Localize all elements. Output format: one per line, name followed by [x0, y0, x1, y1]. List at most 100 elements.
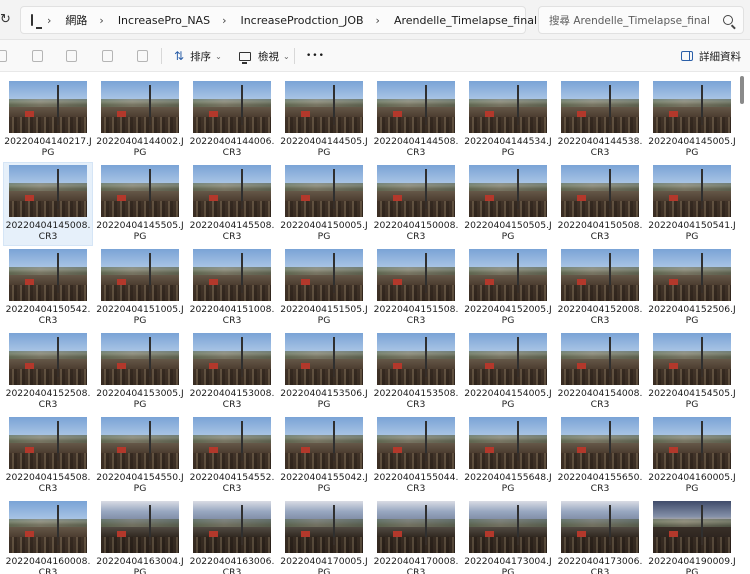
file-list-view[interactable]: 20220404140217.JPG 20220404144002.JPG 2022…: [0, 72, 738, 574]
file-name: 20220404151005.JPG: [96, 304, 184, 326]
thumbnail-ridge: [101, 351, 179, 359]
file-item[interactable]: 20220404190009.JPG: [647, 498, 737, 574]
thumbnail-debris: [561, 117, 639, 133]
address-bar[interactable]: › 網路 › IncreasePro_NAS › IncreaseProdcti…: [20, 6, 537, 34]
file-item[interactable]: 20220404150541.JPG: [647, 162, 737, 246]
file-item[interactable]: 20220404144534.JPG: [463, 78, 553, 162]
image-thumbnail: [193, 165, 271, 217]
thumbnail-ridge: [469, 435, 547, 443]
file-item[interactable]: 20220404154505.JPG: [647, 330, 737, 414]
rename-icon[interactable]: [102, 50, 113, 62]
thumbnail-ridge: [193, 519, 271, 527]
more-options-button[interactable]: •••: [306, 46, 325, 66]
breadcrumb-job[interactable]: IncreaseProdction_JOB: [240, 14, 363, 27]
file-name: 20220404155042.JPG: [280, 472, 368, 494]
file-item[interactable]: 20220404145005.JPG: [647, 78, 737, 162]
thumbnail-ridge: [377, 519, 455, 527]
sort-button[interactable]: ⇅ 排序 ⌄: [174, 46, 222, 66]
image-thumbnail: [653, 165, 731, 217]
file-item[interactable]: 20220404163004.JPG: [95, 498, 185, 574]
file-item[interactable]: 20220404151008.CR3: [187, 246, 277, 330]
file-item[interactable]: 20220404150008.CR3: [371, 162, 461, 246]
view-button[interactable]: 檢視 ⌄: [239, 46, 290, 66]
file-item[interactable]: 20220404145508.CR3: [187, 162, 277, 246]
thumbnail-ridge: [285, 519, 363, 527]
file-item[interactable]: 20220404173006.CR3: [555, 498, 645, 574]
breadcrumb-current-folder[interactable]: Arendelle_Timelapse_final: [394, 14, 537, 27]
file-item[interactable]: 20220404154008.CR3: [555, 330, 645, 414]
image-thumbnail: [653, 249, 731, 301]
file-item[interactable]: 20220404152008.CR3: [555, 246, 645, 330]
file-item[interactable]: 20220404144505.JPG: [279, 78, 369, 162]
file-item[interactable]: 20220404154508.CR3: [3, 414, 93, 498]
image-thumbnail: [101, 81, 179, 133]
file-item[interactable]: 20220404145008.CR3: [3, 162, 93, 246]
file-item[interactable]: 20220404170005.JPG: [279, 498, 369, 574]
file-item[interactable]: 20220404140217.JPG: [3, 78, 93, 162]
file-item[interactable]: 20220404151508.CR3: [371, 246, 461, 330]
breadcrumb-nas[interactable]: IncreasePro_NAS: [118, 14, 210, 27]
file-item[interactable]: 20220404152005.JPG: [463, 246, 553, 330]
file-item[interactable]: 20220404150505.JPG: [463, 162, 553, 246]
file-item[interactable]: 20220404163006.CR3: [187, 498, 277, 574]
file-item[interactable]: 20220404154552.CR3: [187, 414, 277, 498]
thumbnail-ridge: [285, 351, 363, 359]
file-item[interactable]: 20220404154005.JPG: [463, 330, 553, 414]
thumbnail-ridge: [653, 99, 731, 107]
search-icon[interactable]: [723, 15, 733, 25]
thumbnail-debris: [469, 453, 547, 469]
image-thumbnail: [469, 501, 547, 553]
file-item[interactable]: 20220404144508.CR3: [371, 78, 461, 162]
file-item[interactable]: 20220404155648.JPG: [463, 414, 553, 498]
copy-icon[interactable]: [32, 50, 43, 62]
file-name: 20220404144002.JPG: [96, 136, 184, 158]
delete-icon[interactable]: [137, 50, 148, 62]
file-item[interactable]: 20220404152508.CR3: [3, 330, 93, 414]
thumbnail-debris: [101, 201, 179, 217]
search-box[interactable]: 搜尋 Arendelle_Timelapse_final: [538, 6, 744, 34]
file-item[interactable]: 20220404170008.CR3: [371, 498, 461, 574]
refresh-icon[interactable]: ↻: [0, 0, 14, 40]
image-thumbnail: [9, 333, 87, 385]
file-name: 20220404190009.JPG: [648, 556, 736, 574]
file-item[interactable]: 20220404153508.CR3: [371, 330, 461, 414]
file-name: 20220404160008.CR3: [5, 556, 91, 574]
file-item[interactable]: 20220404155650.CR3: [555, 414, 645, 498]
paste-icon[interactable]: [66, 50, 77, 62]
file-item[interactable]: 20220404150005.JPG: [279, 162, 369, 246]
file-item[interactable]: 20220404151505.JPG: [279, 246, 369, 330]
image-thumbnail: [377, 333, 455, 385]
thumbnail-ridge: [193, 183, 271, 191]
image-thumbnail: [561, 501, 639, 553]
this-pc-icon[interactable]: [31, 14, 42, 29]
file-item[interactable]: 20220404154550.JPG: [95, 414, 185, 498]
new-icon[interactable]: [0, 50, 7, 62]
vertical-scrollbar[interactable]: [740, 76, 744, 104]
file-item[interactable]: 20220404160008.CR3: [3, 498, 93, 574]
file-item[interactable]: 20220404160005.JPG: [647, 414, 737, 498]
file-item[interactable]: 20220404173004.JPG: [463, 498, 553, 574]
image-thumbnail: [193, 501, 271, 553]
file-item[interactable]: 20220404155042.JPG: [279, 414, 369, 498]
file-name: 20220404151008.CR3: [189, 304, 275, 326]
file-item[interactable]: 20220404153005.JPG: [95, 330, 185, 414]
thumbnail-debris: [101, 117, 179, 133]
image-thumbnail: [377, 417, 455, 469]
file-item[interactable]: 20220404144002.JPG: [95, 78, 185, 162]
file-item[interactable]: 20220404150508.CR3: [555, 162, 645, 246]
file-item[interactable]: 20220404153008.CR3: [187, 330, 277, 414]
file-item[interactable]: 20220404151005.JPG: [95, 246, 185, 330]
image-thumbnail: [469, 249, 547, 301]
file-item[interactable]: 20220404144538.CR3: [555, 78, 645, 162]
search-input[interactable]: 搜尋 Arendelle_Timelapse_final: [549, 13, 717, 28]
details-pane-button[interactable]: 詳細資料: [681, 46, 741, 66]
file-item[interactable]: 20220404153506.JPG: [279, 330, 369, 414]
file-item[interactable]: 20220404145505.JPG: [95, 162, 185, 246]
file-item[interactable]: 20220404144006.CR3: [187, 78, 277, 162]
file-item[interactable]: 20220404155044.CR3: [371, 414, 461, 498]
file-item[interactable]: 20220404150542.CR3: [3, 246, 93, 330]
thumbnail-debris: [561, 453, 639, 469]
file-item[interactable]: 20220404152506.JPG: [647, 246, 737, 330]
thumbnail-ridge: [193, 351, 271, 359]
breadcrumb-network[interactable]: 網路: [65, 12, 87, 28]
